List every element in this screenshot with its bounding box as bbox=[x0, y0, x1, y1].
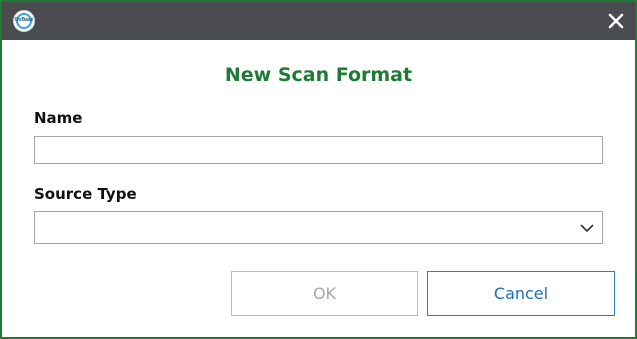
chevron-down-icon bbox=[580, 224, 594, 233]
onbase-logo-icon: OnBase bbox=[13, 10, 35, 32]
name-input[interactable] bbox=[34, 136, 603, 164]
ok-button[interactable]: OK bbox=[231, 271, 418, 316]
close-icon bbox=[608, 13, 624, 29]
source-type-dropdown[interactable] bbox=[34, 211, 603, 244]
cancel-button[interactable]: Cancel bbox=[427, 271, 615, 316]
close-button[interactable] bbox=[603, 8, 629, 34]
dialog-title: New Scan Format bbox=[224, 64, 413, 86]
new-scan-format-dialog: OnBase New Scan Format Name Source Type … bbox=[0, 0, 637, 339]
title-bar[interactable]: OnBase bbox=[2, 2, 635, 40]
name-label: Name bbox=[34, 109, 83, 127]
source-type-label: Source Type bbox=[34, 185, 137, 203]
logo-text: OnBase bbox=[14, 17, 34, 23]
